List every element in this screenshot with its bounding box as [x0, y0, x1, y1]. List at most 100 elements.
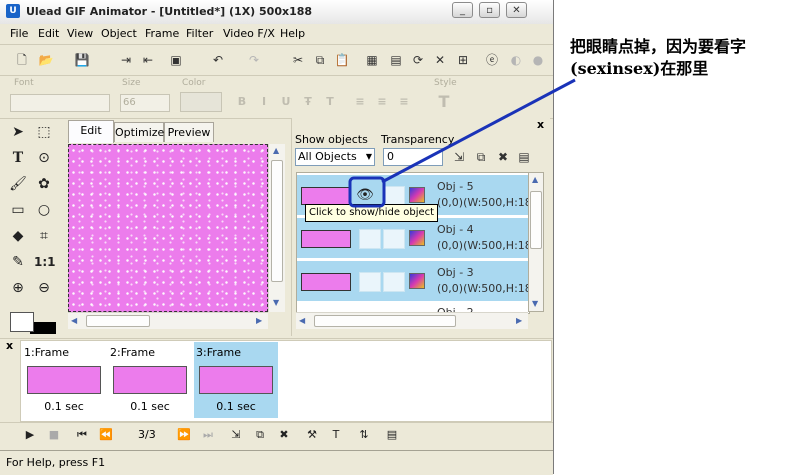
frame-properties-icon[interactable]: ▤: [384, 427, 400, 443]
lock-cell[interactable]: [383, 186, 405, 206]
export-icon[interactable]: ⇤: [140, 52, 156, 68]
zoom-in-icon[interactable]: ⊕: [8, 278, 28, 298]
reverse-frames-icon[interactable]: ⇅: [356, 427, 372, 443]
image-canvas[interactable]: [68, 144, 268, 312]
frame-item[interactable]: 2:Frame 0.1 sec: [108, 342, 192, 418]
size-select[interactable]: 66: [120, 94, 170, 112]
disabled-tool2-icon[interactable]: ●: [530, 52, 546, 68]
color-swatch[interactable]: [180, 92, 222, 112]
bold-icon[interactable]: B: [234, 94, 250, 110]
menu-help[interactable]: Help: [280, 27, 305, 40]
tab-preview[interactable]: Preview: [164, 122, 214, 142]
object-list-horizontal-scrollbar[interactable]: ◀ ▶: [296, 312, 528, 329]
scroll-down-icon[interactable]: ▼: [273, 298, 279, 307]
ellipse-select-icon[interactable]: ○: [34, 200, 54, 220]
color-object-icon[interactable]: [409, 273, 425, 289]
align-right-icon[interactable]: ≡: [396, 94, 412, 110]
menu-file[interactable]: File: [10, 27, 28, 40]
visibility-cell[interactable]: [359, 272, 381, 292]
menu-frame[interactable]: Frame: [145, 27, 179, 40]
resize-icon[interactable]: ▤: [388, 52, 404, 68]
scroll-down-icon[interactable]: ▼: [532, 299, 538, 308]
browser-preview-icon[interactable]: ⓔ: [484, 52, 500, 68]
actual-size-icon[interactable]: 1:1: [34, 252, 56, 272]
frame-delay[interactable]: 0.1 sec: [108, 400, 192, 413]
minimize-button[interactable]: _: [452, 2, 473, 18]
scroll-left-icon[interactable]: ◀: [299, 316, 305, 325]
tween-icon[interactable]: ⚒: [304, 427, 320, 443]
object-list-vertical-scrollbar[interactable]: ▲ ▼: [528, 172, 544, 312]
undo-icon[interactable]: ↶: [210, 52, 226, 68]
frame-delay[interactable]: 0.1 sec: [194, 400, 278, 413]
effect-icon[interactable]: ▣: [168, 52, 184, 68]
object-panel-close-icon[interactable]: x: [537, 118, 544, 131]
menu-video-fx[interactable]: Video F/X: [223, 27, 275, 40]
menu-view[interactable]: View: [67, 27, 93, 40]
object-vscroll-thumb[interactable]: [530, 191, 542, 249]
disabled-tool-icon[interactable]: ◐: [508, 52, 524, 68]
lock-cell[interactable]: [383, 272, 405, 292]
color-object-icon[interactable]: [409, 230, 425, 246]
text-tool-icon[interactable]: T: [8, 148, 28, 168]
previous-frame-icon[interactable]: ⏪: [98, 427, 114, 443]
object-row[interactable]: Obj - 4 (0,0)(W:500,H:188): [297, 218, 529, 258]
close-window-button[interactable]: ✕: [506, 2, 527, 18]
underline-icon[interactable]: U: [278, 94, 294, 110]
maximize-button[interactable]: ▫: [479, 2, 500, 18]
scroll-up-icon[interactable]: ▲: [532, 175, 538, 184]
object-hscroll-thumb[interactable]: [314, 315, 456, 327]
flip-icon[interactable]: ✕: [432, 52, 448, 68]
italic-icon[interactable]: I: [256, 94, 272, 110]
canvas-hscroll-thumb[interactable]: [86, 315, 150, 327]
new-file-icon[interactable]: 🗋: [14, 52, 30, 68]
frame-delay[interactable]: 0.1 sec: [22, 400, 106, 413]
eye-icon[interactable]: 👁: [355, 185, 375, 205]
open-file-icon[interactable]: 📂: [38, 52, 54, 68]
last-frame-icon[interactable]: ⏭: [200, 427, 216, 443]
delete-object-icon[interactable]: ✖: [495, 149, 511, 165]
show-objects-select[interactable]: All Objects ▼: [295, 148, 375, 166]
font-size-icon[interactable]: T: [322, 94, 338, 110]
canvas-horizontal-scrollbar[interactable]: ◀ ▶: [68, 312, 268, 329]
text-style-icon[interactable]: T: [436, 94, 452, 110]
fill-bucket-icon[interactable]: ◆: [8, 226, 28, 246]
zoom-out-icon[interactable]: ⊖: [34, 278, 54, 298]
marquee-tool-icon[interactable]: ⬚: [34, 122, 54, 142]
align-center-icon[interactable]: ≡: [374, 94, 390, 110]
save-icon[interactable]: 💾: [74, 52, 90, 68]
pointer-tool-icon[interactable]: ➤: [8, 122, 28, 142]
arrange-icon[interactable]: ⊞: [455, 52, 471, 68]
copy-icon[interactable]: ⧉: [312, 52, 328, 68]
stop-icon[interactable]: ■: [46, 427, 62, 443]
scroll-right-icon[interactable]: ▶: [516, 316, 522, 325]
scroll-up-icon[interactable]: ▲: [273, 146, 279, 155]
menu-object[interactable]: Object: [101, 27, 137, 40]
eraser-tool-icon[interactable]: ▭: [8, 200, 28, 220]
banner-text-icon[interactable]: T: [328, 427, 344, 443]
brush-tool-icon[interactable]: 🖌: [8, 174, 28, 194]
transform-tool-icon[interactable]: ⌗: [34, 226, 54, 246]
rotate-icon[interactable]: ⟳: [410, 52, 426, 68]
redo-icon[interactable]: ↷: [246, 52, 262, 68]
duplicate-object-icon[interactable]: ⧉: [473, 149, 489, 165]
lasso-tool-icon[interactable]: ✿: [34, 174, 54, 194]
duplicate-frame-icon[interactable]: ⧉: [252, 427, 268, 443]
foreground-color-swatch[interactable]: [10, 312, 34, 332]
canvas-vertical-scrollbar[interactable]: ▲ ▼: [268, 144, 285, 312]
frame-item[interactable]: 1:Frame 0.1 sec: [22, 342, 106, 418]
delete-frame-icon[interactable]: ✖: [276, 427, 292, 443]
magic-wand-icon[interactable]: ⊙: [34, 148, 54, 168]
visibility-cell[interactable]: [359, 229, 381, 249]
menu-filter[interactable]: Filter: [186, 27, 213, 40]
lock-cell[interactable]: [383, 229, 405, 249]
crop-icon[interactable]: ▦: [364, 52, 380, 68]
font-select[interactable]: [10, 94, 110, 112]
tab-edit[interactable]: Edit: [68, 120, 114, 143]
play-icon[interactable]: ▶: [22, 427, 38, 443]
strike-icon[interactable]: Ŧ: [300, 94, 316, 110]
transparency-stepper[interactable]: 0: [383, 148, 443, 166]
color-object-icon[interactable]: [409, 187, 425, 203]
eyedropper-icon[interactable]: ✎: [8, 252, 28, 272]
import-icon[interactable]: ⇥: [118, 52, 134, 68]
scroll-right-icon[interactable]: ▶: [256, 316, 262, 325]
